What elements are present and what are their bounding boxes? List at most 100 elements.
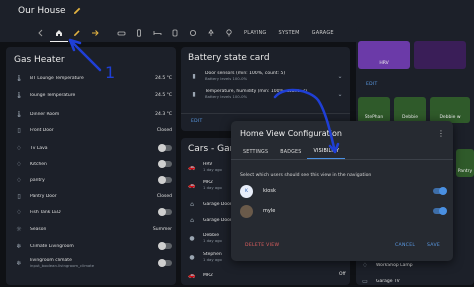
toggle-switch[interactable] <box>158 208 172 216</box>
toggle-switch[interactable] <box>158 242 172 250</box>
tile-debbie[interactable]: Debbie <box>394 97 426 123</box>
toggle-switch[interactable] <box>158 259 172 267</box>
delete-view-button[interactable]: DELETE VIEW <box>245 243 279 248</box>
avatar: K <box>240 184 253 198</box>
tile-debbie-w[interactable]: Debbie w <box>430 97 470 123</box>
list-item[interactable]: 🌡 lounge Temperature 24.5 °C <box>14 89 172 101</box>
car-icon: 🚗 <box>188 181 196 189</box>
chevron-down-icon[interactable]: ⌄ <box>335 89 345 99</box>
cancel-button[interactable]: CANCEL <box>395 243 415 248</box>
pencil-icon[interactable] <box>72 6 82 16</box>
battery-icon: ▮ <box>192 72 196 80</box>
tab-garage[interactable]: GARAGE <box>306 24 340 42</box>
kitchen-icon[interactable] <box>184 24 202 42</box>
thermometer-icon: 🌡 <box>15 91 23 99</box>
list-item[interactable]: ● Stephen 1 day ago <box>187 250 237 264</box>
tile-stephan[interactable]: StePhan <box>358 97 390 123</box>
lamp-icon: ♢ <box>16 176 22 184</box>
list-item[interactable]: ❄ Climate Livingroom <box>14 240 172 252</box>
divider <box>181 113 350 114</box>
list-item[interactable]: 🚗 MR2 <box>187 269 237 281</box>
list-item[interactable]: ♢ Kitchen <box>14 158 172 170</box>
home-icon[interactable] <box>50 24 68 42</box>
person-icon: ● <box>189 253 195 261</box>
visibility-description: Select which users should see this view … <box>240 173 372 178</box>
dialog-title: Home View Configuration <box>240 129 342 138</box>
battery-state-card: Battery state card ▮ Door sensors (min: … <box>181 47 350 131</box>
door-icon: ▯ <box>17 126 21 134</box>
lamp-icon: ♢ <box>16 160 22 168</box>
list-item[interactable]: ▮ Temperature, humidity (min: 100%, coun… <box>189 87 345 101</box>
tile-pantry[interactable]: Pantry <box>456 149 474 177</box>
list-item[interactable]: ♢ Tv Lava <box>14 142 172 154</box>
car-icon: 🚗 <box>188 163 196 171</box>
avatar <box>240 204 253 218</box>
toggle-switch[interactable] <box>158 144 172 152</box>
tree-icon[interactable] <box>220 24 238 42</box>
car-icon: 🚗 <box>188 271 196 279</box>
tab-playing[interactable]: PLAYING <box>238 24 273 42</box>
bed-icon[interactable] <box>148 24 166 42</box>
user-name: kiosk <box>263 188 276 194</box>
card-title: Gas Heater <box>14 55 65 65</box>
toggle-switch[interactable] <box>158 176 172 184</box>
climate-icon: ❄ <box>16 259 22 267</box>
pencil-icon[interactable] <box>68 24 86 42</box>
thermometer-icon: 🌡 <box>15 74 23 82</box>
lamp-icon: ♢ <box>16 208 22 216</box>
forward-arrow-icon[interactable] <box>86 24 104 42</box>
list-item[interactable]: ▮ Door sensors (min: 100%, count: 5) Bat… <box>189 69 345 83</box>
list-item[interactable]: ☼ Season Summer <box>14 223 172 235</box>
sofa-icon[interactable] <box>112 24 130 42</box>
list-item[interactable]: ♢ pantry <box>14 174 172 186</box>
thermometer-icon: 🌡 <box>15 110 23 118</box>
user-row-kiosk[interactable]: K kiosk <box>240 184 447 198</box>
home-view-configuration-dialog: Home View Configuration ⋮ SETTINGS BADGE… <box>231 121 453 261</box>
person-icon: ● <box>189 234 195 242</box>
door-icon: ▯ <box>17 192 21 200</box>
page-title: Our House <box>18 6 66 16</box>
tab-system[interactable]: SYSTEM <box>273 24 306 42</box>
gas-heater-card: Gas Heater 🌡 BT Lounge Temperature 24.5 … <box>6 47 176 285</box>
card-title: Battery state card <box>188 53 270 63</box>
tile-hrv[interactable]: HRV <box>358 41 410 69</box>
list-item[interactable]: 🌡 BT Lounge Temperature 24.5 °C <box>14 72 172 84</box>
list-item[interactable]: ● Debbie 1 day ago <box>187 231 237 245</box>
toilet-icon[interactable] <box>166 24 184 42</box>
chevron-down-icon[interactable]: ⌄ <box>335 71 345 81</box>
lamp-icon[interactable] <box>202 24 220 42</box>
list-item[interactable]: ▯ Front Door Closed <box>14 124 172 136</box>
user-name: myle <box>263 208 276 214</box>
edit-button[interactable]: EDIT <box>191 119 203 124</box>
list-item[interactable]: ⌂ Garage Door2 <box>187 214 237 226</box>
season-icon: ☼ <box>16 225 22 233</box>
tab-badges[interactable]: BADGES <box>274 145 307 159</box>
more-options-icon[interactable]: ⋮ <box>437 129 445 138</box>
list-item[interactable]: 🌡 Dinner Room 24.3 °C <box>14 108 172 120</box>
dialog-tabs: SETTINGS BADGES VISIBILITY <box>237 145 346 159</box>
list-item[interactable]: ❄ livingroom climate input_boolean.livin… <box>14 255 172 271</box>
list-item[interactable]: ▯ Pantry Door Closed <box>14 190 172 202</box>
edit-button[interactable]: EDIT <box>366 82 378 87</box>
back-arrow-icon[interactable] <box>32 24 50 42</box>
user-row-myle[interactable]: myle <box>240 204 447 218</box>
list-item[interactable]: ⌂ Garage Door <box>187 198 237 210</box>
list-item[interactable]: ♢ Fish Tank LED <box>14 206 172 218</box>
toggle-switch[interactable] <box>158 160 172 168</box>
list-item[interactable]: 🚗 MR2 1 day ago <box>187 178 237 192</box>
tile-placeholder[interactable] <box>414 41 466 69</box>
battery-icon: ▮ <box>192 90 196 98</box>
tab-settings[interactable]: SETTINGS <box>237 145 274 159</box>
visibility-toggle[interactable] <box>433 187 447 195</box>
climate-icon: ❄ <box>16 242 22 250</box>
save-button[interactable]: SAVE <box>427 243 440 248</box>
list-item[interactable]: 🚗 HRV 1 day ago <box>187 160 237 174</box>
list-item[interactable]: ▭ Garage TV <box>360 275 470 287</box>
divider <box>231 159 453 160</box>
phone-icon[interactable] <box>130 24 148 42</box>
state-value: Off <box>339 272 346 277</box>
title-row: Our House <box>18 6 82 16</box>
garage-icon: ⌂ <box>190 216 194 224</box>
visibility-toggle[interactable] <box>433 207 447 215</box>
tab-visibility[interactable]: VISIBILITY <box>307 145 346 159</box>
